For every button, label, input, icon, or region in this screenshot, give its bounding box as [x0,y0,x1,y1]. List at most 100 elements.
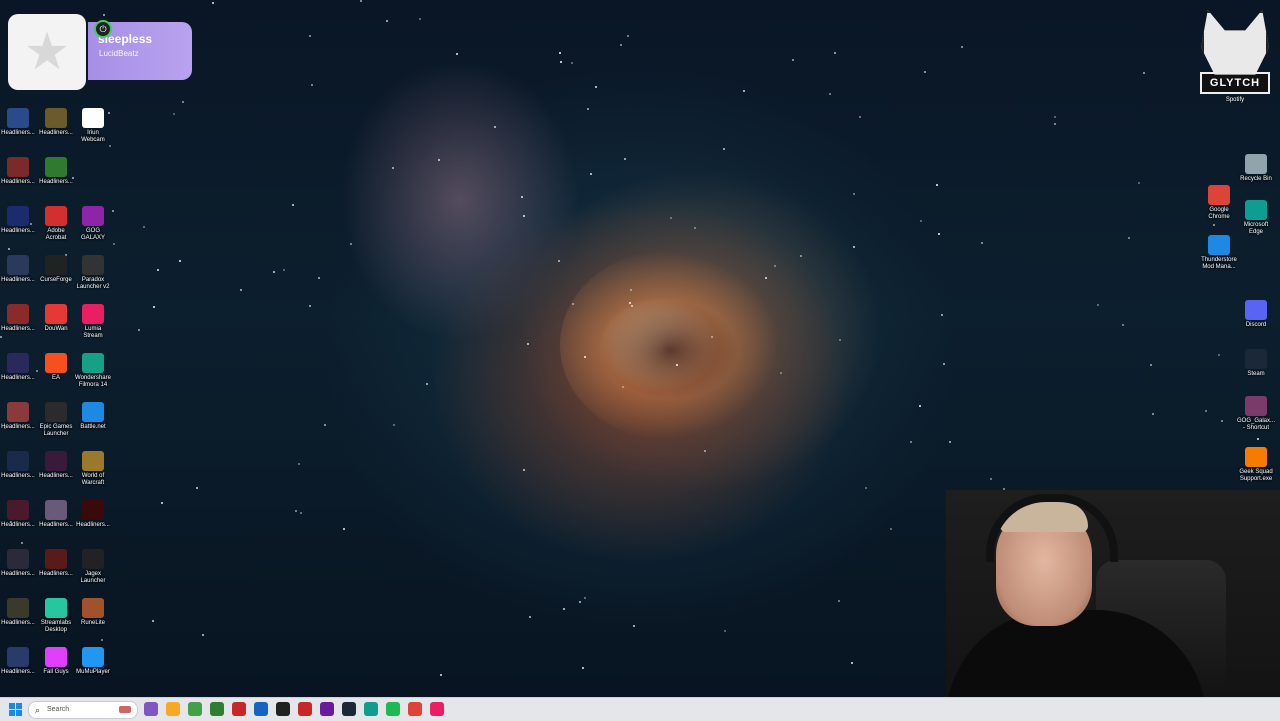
store-icon[interactable] [254,702,268,716]
search-icon: ⌕ [35,705,41,715]
desktop-shortcut[interactable]: Paradox Launcher v2 [71,255,115,291]
desktop-shortcut[interactable]: Jagex Launcher [71,549,115,585]
star [631,305,633,307]
star [523,469,525,471]
start-windows-icon[interactable] [9,703,22,716]
desktop-shortcut[interactable]: Thunderstore Mod Mana... [1197,235,1241,271]
taskbar-search[interactable]: ⌕ Search [28,701,138,719]
desktop-shortcut[interactable]: Geek Squad Support.exe [1234,447,1278,483]
star [941,314,943,316]
desktop-shortcut[interactable]: World of Warcraft [71,451,115,487]
album-art-icon: ★ [8,14,86,90]
shortcut-label: Paradox Launcher v2 [76,277,110,290]
minecraft-icon[interactable] [188,702,202,716]
star [800,255,802,257]
star [938,233,940,235]
now-playing-notification[interactable]: ★ sleepless LucidBeatz ⏻ [8,14,192,90]
star [981,242,983,244]
star [1122,324,1124,326]
app-icon [7,598,29,618]
app-icon [82,353,104,373]
chrome-icon[interactable] [408,702,422,716]
star [309,35,311,37]
star [629,302,631,304]
mascot-banner: GLYTCH [1200,72,1270,94]
star [723,148,725,150]
steam-icon[interactable] [342,702,356,716]
spotify-icon[interactable] [386,702,400,716]
desktop-shortcut[interactable]: MuMuPlayer [71,647,115,676]
app-icon [45,451,67,471]
star [1221,420,1223,422]
app-icon [1208,235,1230,255]
edge-icon[interactable] [364,702,378,716]
star [1152,413,1154,415]
desktop-shortcut[interactable]: Lumia Stream [71,304,115,340]
star [630,289,632,291]
star [202,634,204,636]
star [949,441,951,443]
mascot-caption: Spotify [1225,97,1245,103]
star [584,356,586,358]
star [426,383,428,385]
lumia-icon[interactable] [430,702,444,716]
desktop-shortcut[interactable]: Steam [1234,349,1278,378]
desktop-shortcut[interactable]: Battle.net [71,402,115,431]
desktop-shortcut[interactable]: GOG GALAXY [71,206,115,242]
app-icon [1245,349,1267,369]
glytch-widget[interactable]: GLYTCH Spotify [1200,10,1270,103]
desktop-shortcut[interactable]: GOG_Galax... - Shortcut [1234,396,1278,432]
desktop-shortcut[interactable]: Recycle Bin [1234,154,1278,183]
star [571,62,573,64]
star [572,303,574,305]
desktop-shortcut[interactable]: Headliners... [34,157,78,186]
obs-icon[interactable] [276,702,290,716]
star [919,405,921,407]
app-icon [45,500,67,520]
copilot-icon[interactable] [144,702,158,716]
desktop-shortcut[interactable]: Headliners... [71,500,115,529]
app-icon [45,598,67,618]
star [559,52,561,54]
star [21,542,23,544]
acrobat-icon[interactable] [232,702,246,716]
power-icon[interactable]: ⏻ [94,20,112,38]
shortcut-label: Geek Squad Support.exe [1239,469,1273,482]
desktop-shortcut[interactable]: RuneLite [71,598,115,627]
app-icon [45,549,67,569]
fox-mascot-icon [1201,10,1269,75]
desktop-shortcut[interactable]: Discord [1234,300,1278,329]
app-icon [1245,396,1267,416]
star [587,108,589,110]
app-icon[interactable] [298,702,312,716]
gog-icon[interactable] [320,702,334,716]
desktop-shortcut[interactable]: Iriun Webcam [71,108,115,144]
app-icon [82,451,104,471]
star [113,243,115,245]
star [527,343,529,345]
star [558,260,560,262]
star [765,277,767,279]
desktop-shortcut[interactable]: Microsoft Edge [1234,200,1278,236]
app-icon [1245,200,1267,220]
star [743,90,745,92]
app-icon [7,304,29,324]
app-icon [1208,185,1230,205]
star [240,289,242,291]
file-explorer-icon[interactable] [166,702,180,716]
star [920,220,922,222]
star [173,113,175,115]
star [1128,237,1130,239]
search-placeholder: Search [47,706,70,713]
desktop-shortcut[interactable]: Wondershare Filmora 14 [71,353,115,389]
app-icon [45,402,67,422]
star [521,196,523,198]
star [936,184,938,186]
app-icon [45,304,67,324]
app-icon [7,500,29,520]
xbox-icon[interactable] [210,702,224,716]
star [440,674,442,676]
star [829,93,831,95]
star [1143,72,1145,74]
star [961,46,963,48]
